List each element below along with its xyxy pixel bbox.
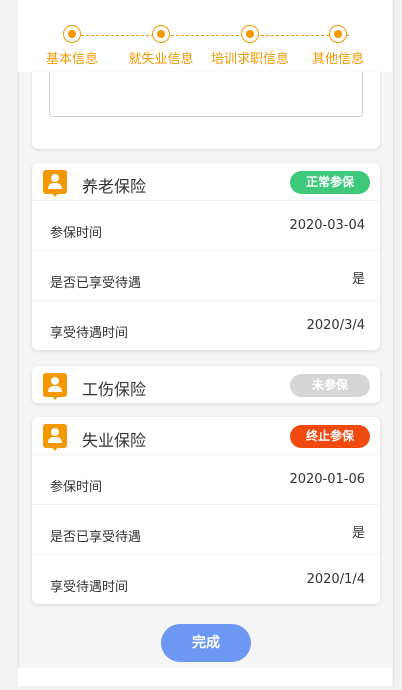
row-label: 享受待遇时间 [50,580,129,595]
status-badge: 正常参保 [290,171,370,194]
status-badge: 终止参保 [290,425,370,448]
row-label: 参保时间 [50,226,103,241]
row-label: 参保时间 [50,480,103,495]
done-button[interactable]: 完成 [161,624,251,662]
progress-steps: 基本信息 就失业信息 培训求职信息 其他信息 [18,0,392,72]
row-value: 2020/3/4 [306,318,365,333]
status-badge: 未参保 [290,374,370,397]
step-dot-icon [63,25,81,43]
footer-bar [18,668,392,686]
step-dot-icon [241,25,259,43]
info-row: 参保时间 2020-01-06 [32,455,380,505]
info-row: 是否已享受待遇 是 [32,251,380,301]
step-dot-icon [329,25,347,43]
step-dot-icon [152,25,170,43]
injury-insurance-card: 工伤保险 未参保 [32,366,380,403]
step-basic-info[interactable]: 基本信息 [22,25,122,67]
row-label: 是否已享受待遇 [50,276,142,291]
info-row: 享受待遇时间 2020/1/4 [32,555,380,604]
remarks-card [32,72,380,149]
card-header: 养老保险 正常参保 [32,163,380,201]
step-label: 其他信息 [311,52,364,67]
info-row: 参保时间 2020-03-04 [32,201,380,251]
row-value: 是 [351,272,365,287]
step-label: 培训求职信息 [210,52,289,67]
step-label: 就失业信息 [128,52,194,67]
person-icon [43,170,67,197]
pension-insurance-card: 养老保险 正常参保 参保时间 2020-03-04 是否已享受待遇 是 享受待遇… [32,163,380,350]
step-other-info[interactable]: 其他信息 [288,25,388,67]
info-row: 是否已享受待遇 是 [32,505,380,555]
row-value: 2020-03-04 [289,218,365,233]
remarks-textarea[interactable] [49,72,363,117]
step-label: 基本信息 [45,52,98,67]
row-value: 是 [351,526,365,541]
card-title: 工伤保险 [82,380,147,399]
person-icon [43,424,67,451]
step-training-info[interactable]: 培训求职信息 [200,25,300,67]
card-header: 工伤保险 未参保 [32,366,380,403]
unemployment-insurance-card: 失业保险 终止参保 参保时间 2020-01-06 是否已享受待遇 是 享受待遇… [32,417,380,604]
row-value: 2020-01-06 [289,472,365,487]
person-icon [43,373,67,400]
row-label: 是否已享受待遇 [50,530,142,545]
row-label: 享受待遇时间 [50,326,129,341]
card-header: 失业保险 终止参保 [32,417,380,455]
card-title: 失业保险 [82,431,147,450]
step-employment-info[interactable]: 就失业信息 [111,25,211,67]
info-row: 享受待遇时间 2020/3/4 [32,301,380,350]
card-title: 养老保险 [82,177,147,196]
row-value: 2020/1/4 [306,572,365,587]
